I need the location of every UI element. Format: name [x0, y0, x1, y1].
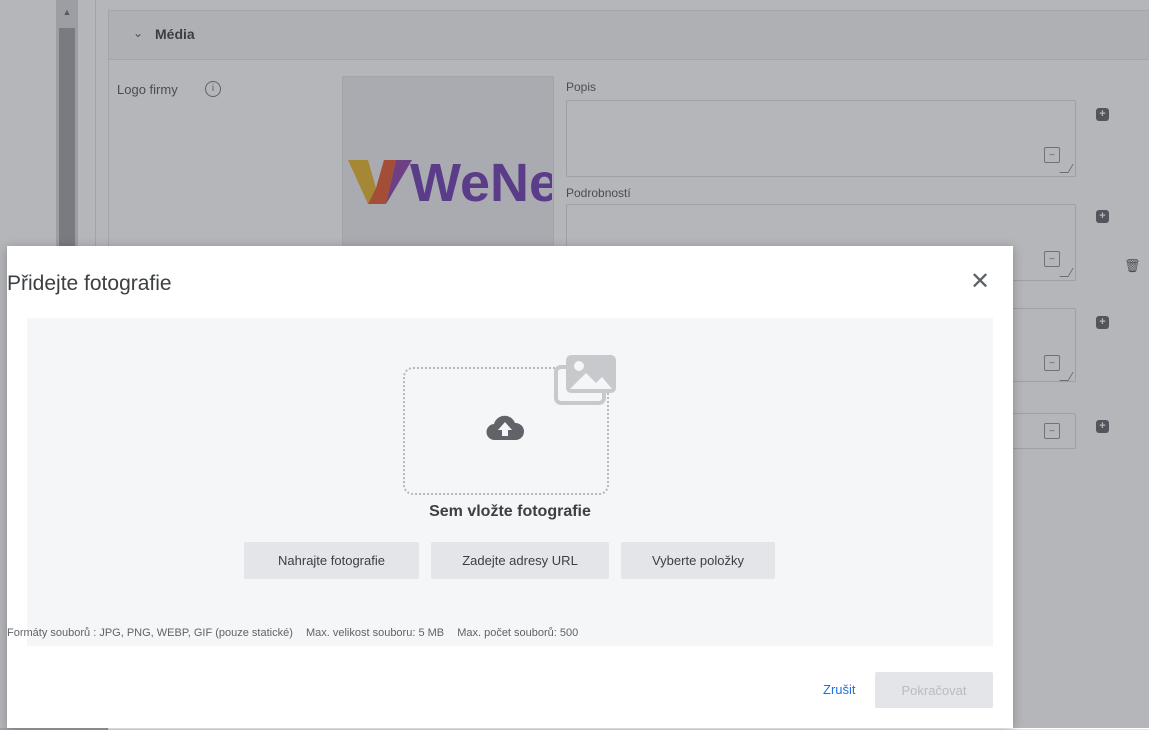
cancel-button[interactable]: Zrušit — [823, 682, 856, 697]
file-limits-info: Formáty souborů : JPG, PNG, WEBP, GIF (p… — [7, 627, 588, 639]
max-size-text: Max. velikost souboru: 5 MB — [305, 627, 445, 639]
cloud-upload-icon — [486, 415, 524, 441]
max-count-text: Max. počet souborů: 500 — [457, 627, 579, 639]
dialog-title: Přidejte fotografie — [7, 272, 172, 295]
image-gallery-icon — [554, 355, 616, 405]
upload-photos-button[interactable]: Nahrajte fotografie — [244, 542, 419, 579]
close-icon[interactable]: ✕ — [970, 270, 990, 294]
select-items-button[interactable]: Vyberte položky — [621, 542, 775, 579]
drop-label: Sem vložte fotografie — [429, 503, 591, 520]
formats-text: Formáty souborů : JPG, PNG, WEBP, GIF (p… — [7, 627, 293, 639]
photo-drop-zone[interactable]: Sem vložte fotografie Nahrajte fotografi… — [7, 318, 993, 646]
add-photos-dialog: Přidejte fotografie ✕ Sem vložte fotogra… — [7, 246, 1013, 728]
enter-urls-button[interactable]: Zadejte adresy URL — [431, 542, 609, 579]
continue-button[interactable]: Pokračovat — [875, 672, 993, 708]
